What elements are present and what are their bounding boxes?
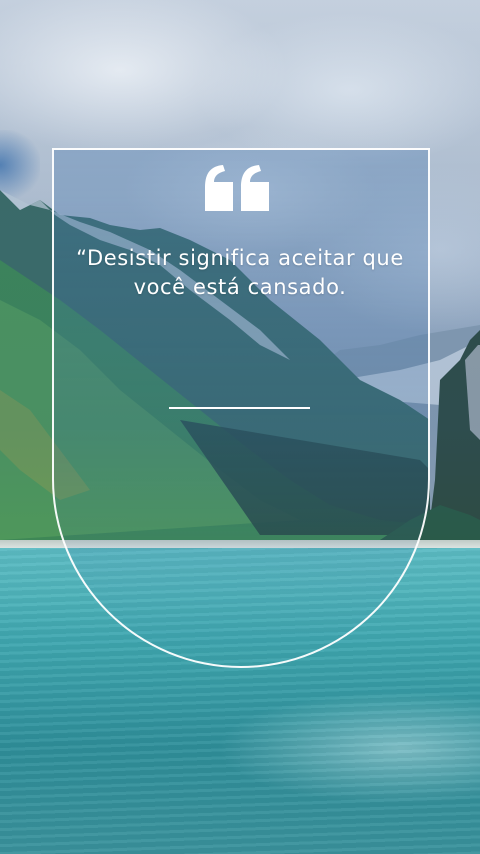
quote-text: “Desistir significa aceitar que você est…	[76, 246, 404, 299]
quote-icon	[205, 165, 269, 211]
divider-line	[169, 407, 310, 409]
